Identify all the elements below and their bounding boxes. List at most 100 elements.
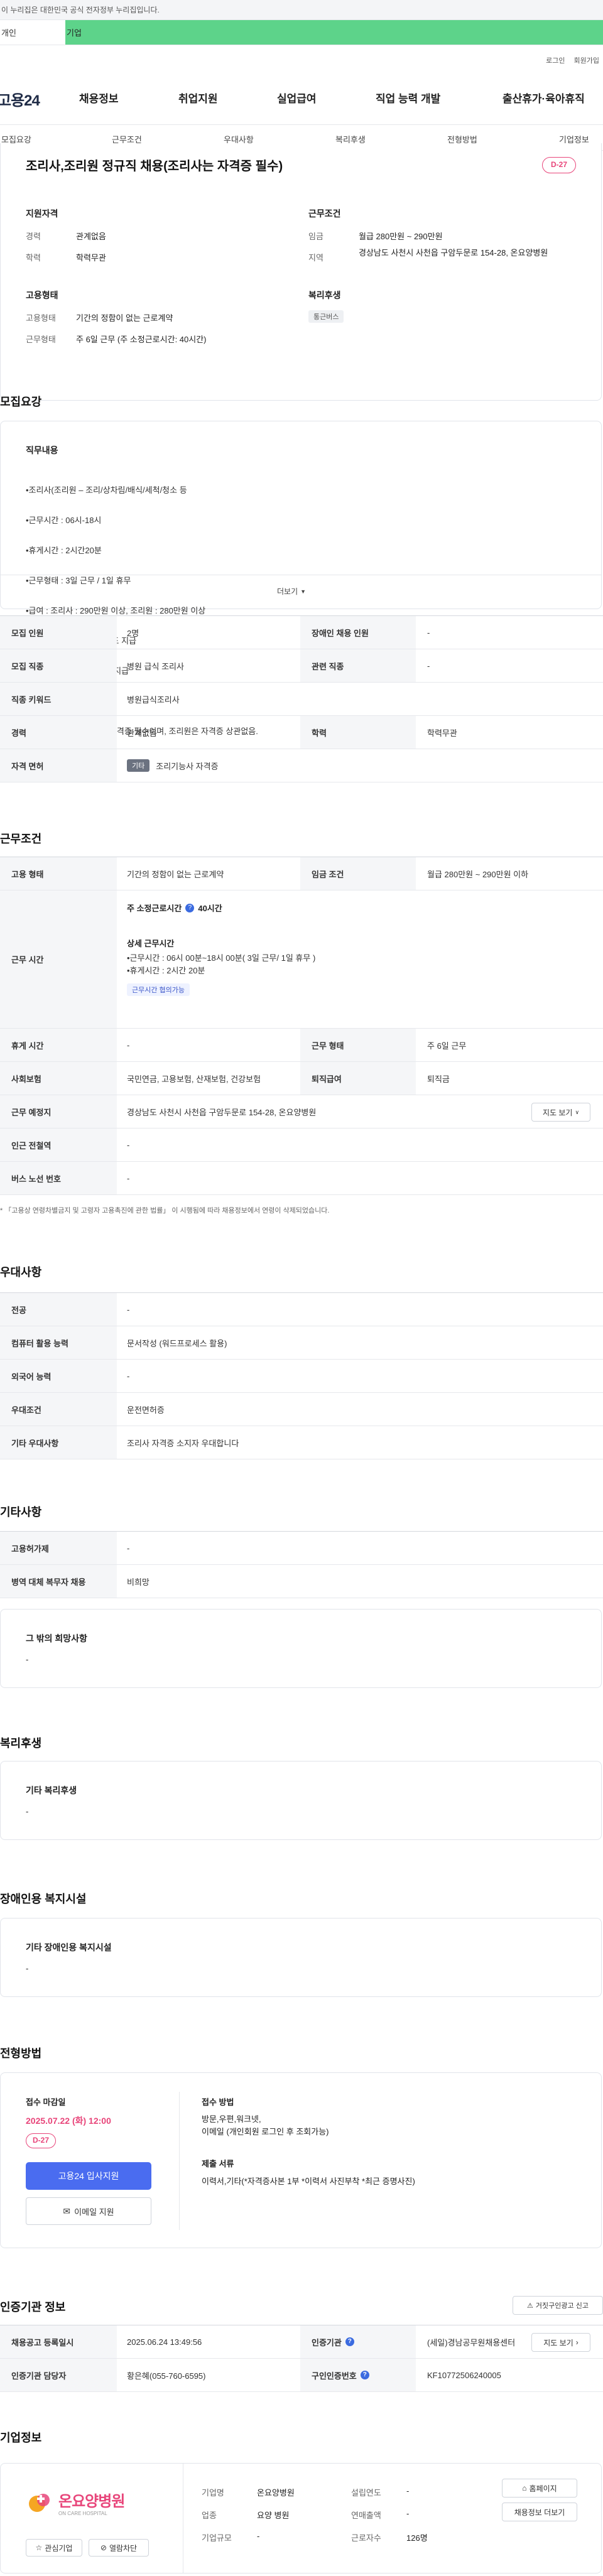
staff-value: 126명: [406, 2533, 428, 2543]
th-preferred: 우대조건: [0, 1393, 117, 1426]
signup-link[interactable]: 회원가입: [574, 55, 599, 65]
detail-line: •근무시간 : 06시 00분~18시 00분( 3일 근무/ 1일 휴무 ): [127, 953, 316, 963]
wish-value: -: [26, 1655, 29, 1664]
method-title: 접수 방법: [202, 2097, 234, 2107]
weekly-hours: 주 소정근로시간 ? 40시간: [127, 902, 222, 914]
login-link[interactable]: 로그인: [546, 55, 565, 65]
duty-box: 직무내용 •조리사(조리원 – 조리/상차림/배식/세척/청소 등 •근무시간 …: [0, 421, 602, 736]
more-label: 더보기: [277, 587, 298, 596]
company-name-value: 온요양병원: [257, 2488, 295, 2498]
disabled-box-value: -: [26, 1964, 29, 1973]
table-row: 버스 노선 번호 -: [0, 1162, 603, 1195]
applicant-title: 지원자격: [26, 208, 58, 219]
agency-table: 채용공고 등록일시 2025.06.24 13:49:56 인증기관 ? (세일…: [0, 2325, 603, 2392]
table-row: 모집 인원 2명 장애인 채용 인원 -: [0, 616, 603, 649]
th-cert-no-label: 구인인증번호: [312, 2371, 357, 2381]
wish-title: 그 밖의 희망사항: [26, 1633, 87, 1643]
more-button[interactable]: 더보기 ▼: [277, 586, 306, 597]
scale-value: -: [257, 2531, 260, 2541]
gnav-item-unemployment[interactable]: 실업급여: [277, 90, 317, 106]
more-jobs-button[interactable]: 채용정보 더보기: [502, 2503, 577, 2521]
process-box: 접수 마감일 2025.07.22 (화) 12:00 D-27 고용24 입사…: [0, 2072, 602, 2248]
duty-line: •근무시간 : 06시-18시: [26, 516, 102, 525]
table-row: 병역 대체 복무자 채용 비희망: [0, 1565, 603, 1598]
td-wage: 월급 280만원 ~ 290만원 이하: [427, 869, 529, 879]
table-row: 컴퓨터 활용 능력 문서작성 (워드프로세스 활용): [0, 1326, 603, 1360]
section-recruit-title: 모집요강: [0, 396, 42, 408]
th-disabled-headcount: 장애인 채용 인원: [300, 616, 416, 649]
agency-map-button[interactable]: 지도 보기 ›: [531, 2333, 590, 2352]
th-hours: 근무 시간: [0, 890, 117, 1028]
th-headcount: 모집 인원: [0, 616, 117, 649]
td-language: -: [127, 1371, 130, 1381]
favorite-company-button[interactable]: ☆ 관심기업: [26, 2539, 82, 2557]
work-table: 고용 형태 기간의 정함이 없는 근로계약 임금 조건 월급 280만원 ~ 2…: [0, 857, 603, 1195]
table-row: 자격 면허 기타 조리기능사 자격증: [0, 749, 603, 782]
wish-box: 그 밖의 희망사항 -: [0, 1609, 602, 1688]
th-employ: 고용 형태: [0, 857, 117, 890]
table-row: 경력 관계없음 학력 학력무관: [0, 716, 603, 749]
td-computer: 문서작성 (워드프로세스 활용): [127, 1338, 227, 1348]
agency-map-label: 지도 보기: [543, 2338, 573, 2347]
section-disabled-title: 장애인용 복지시설: [0, 1893, 87, 1905]
td-military: 비희망: [127, 1577, 149, 1587]
sales-value: -: [406, 2509, 410, 2518]
report-button[interactable]: ⚠ 거짓구인광고 신고: [513, 2296, 603, 2315]
section-process-title: 전형방법: [0, 2047, 42, 2060]
th-other-pref: 기타 우대사항: [0, 1426, 117, 1459]
apply-button[interactable]: 고용24 입사지원: [26, 2162, 151, 2190]
homepage-button[interactable]: ⌂ 홈페이지: [502, 2479, 577, 2498]
map-button-label: 지도 보기: [542, 1108, 573, 1117]
industry-value: 요양 병원: [257, 2511, 290, 2520]
info-icon[interactable]: ?: [360, 2371, 369, 2379]
etc-table: 고용허가제 - 병역 대체 복무자 채용 비희망: [0, 1531, 603, 1598]
td-education: 학력무관: [427, 728, 457, 738]
block-company-button[interactable]: ⊘ 열람차단: [89, 2539, 149, 2557]
map-button[interactable]: 지도 보기 ∨: [531, 1103, 590, 1122]
th-wage: 임금 조건: [300, 857, 416, 890]
docs-title: 제출 서류: [202, 2159, 234, 2168]
education-value: 학력무관: [76, 253, 106, 262]
region-value: 경상남도 사천시 사천읍 구암두문로 154-28, 온요양병원: [359, 248, 548, 257]
deadline-title: 접수 마감일: [26, 2097, 66, 2107]
th-form: 근무 형태: [300, 1029, 416, 1061]
mail-icon: ✉: [63, 2205, 71, 2216]
email-apply-button[interactable]: ✉ 이메일 지원: [26, 2197, 151, 2225]
duty-title: 직무내용: [26, 445, 58, 455]
info-icon[interactable]: ?: [185, 903, 195, 912]
detail-line: •휴게시간 : 2시간 20분: [127, 966, 205, 975]
tab-company[interactable]: 기업: [65, 20, 603, 45]
welfare-box-title: 기타 복리후생: [26, 1785, 77, 1795]
table-row: 우대조건 운전면허증: [0, 1393, 603, 1426]
employ-type-value: 기간의 정함이 없는 근로계약: [76, 313, 173, 323]
td-license: 기타 조리기능사 자격증: [118, 749, 219, 782]
favorite-label: 관심기업: [45, 2543, 73, 2553]
td-insurance: 국민연금, 고용보험, 산재보험, 건강보험: [127, 1074, 261, 1084]
process-dday-badge: D-27: [26, 2133, 56, 2148]
cond-title: 근무조건: [308, 208, 341, 219]
tab-personal[interactable]: 개인: [0, 20, 65, 45]
th-agency-label: 인증기관: [312, 2337, 342, 2347]
th-agency: 인증기관 ?: [300, 2325, 416, 2358]
gnav-item-employment-support[interactable]: 취업지원: [178, 90, 218, 106]
info-icon[interactable]: ?: [345, 2337, 354, 2346]
table-row: 채용공고 등록일시 2025.06.24 13:49:56 인증기관 ? (세일…: [0, 2325, 603, 2359]
td-agency-staff: 황은혜(055-760-6595): [127, 2371, 206, 2381]
gnav-item-jobs[interactable]: 채용정보: [79, 90, 119, 106]
scale-label: 기업규모: [202, 2533, 232, 2543]
dday-badge: D-27: [542, 157, 576, 173]
site-logo[interactable]: 고용24: [0, 88, 40, 110]
td-preferred: 운전면허증: [127, 1405, 165, 1415]
gnav-item-leave[interactable]: 출산휴가·육아휴직: [503, 90, 585, 106]
gnav-item-training[interactable]: 직업 능력 개발: [376, 90, 440, 106]
th-rest: 휴게 시간: [0, 1029, 117, 1061]
table-row: 전공 -: [0, 1293, 603, 1326]
th-station: 인근 전철역: [0, 1128, 117, 1161]
th-education: 학력: [300, 716, 416, 749]
table-row: 인근 전철역 -: [0, 1128, 603, 1162]
td-major: -: [127, 1304, 130, 1314]
block-icon: ⊘: [100, 2543, 107, 2552]
report-button-label: 거짓구인광고 신고: [535, 2302, 589, 2310]
th-bus: 버스 노선 번호: [0, 1162, 117, 1194]
td-job: 병원 급식 조리사: [127, 661, 184, 671]
